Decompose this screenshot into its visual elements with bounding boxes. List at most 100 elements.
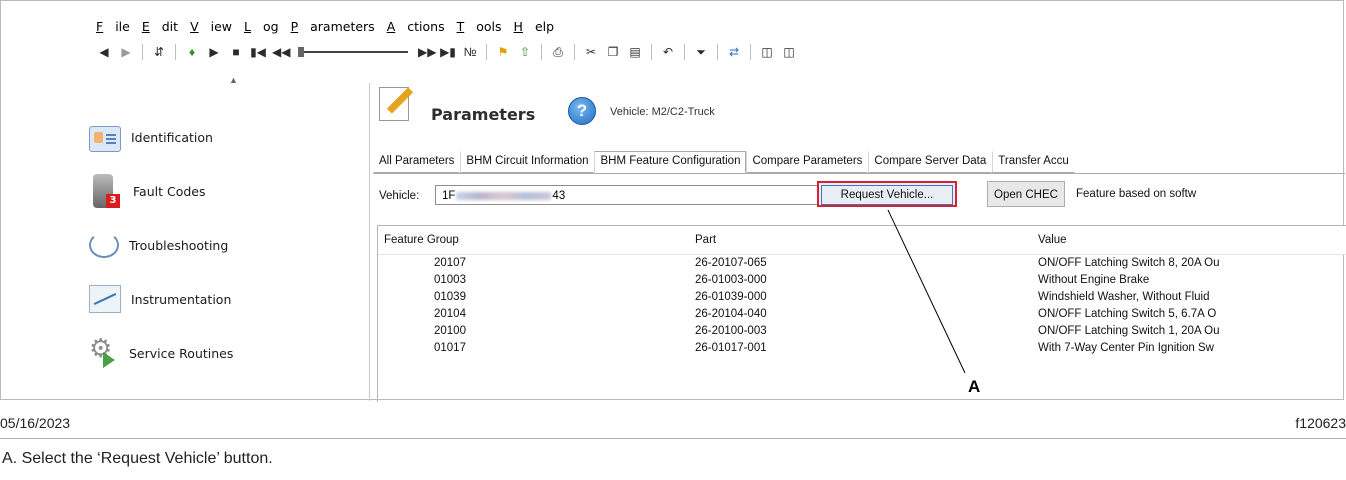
parameters-panel: Parameters ? Vehicle: M2/C2-Truck All Pa…: [373, 83, 1346, 402]
fast-forward-icon[interactable]: ▶▶: [418, 44, 436, 60]
vin-prefix: 1F: [442, 190, 456, 202]
table-row[interactable]: 20100 26-20100-003 ON/OFF Latching Switch …: [378, 324, 1346, 341]
instrument-graph-icon: [89, 285, 121, 313]
menu-edit[interactable]: Edit: [142, 19, 178, 39]
window-tile-icon[interactable]: ◫: [759, 44, 775, 60]
undo-icon[interactable]: ↶: [660, 44, 676, 60]
page-title: Parameters: [431, 105, 536, 124]
column-header-feature-group[interactable]: Feature Group: [384, 234, 459, 246]
value-cell: Without Engine Brake: [1038, 274, 1150, 286]
feature-group-cell: 20100: [434, 325, 466, 337]
sidebar-item-label: Identification: [131, 129, 213, 145]
figure-date: 05/16/2023: [0, 415, 71, 431]
toolbar-separator: [541, 44, 542, 60]
stethoscope-icon: [89, 232, 119, 258]
sidebar-item-label: Troubleshooting: [129, 237, 229, 253]
vehicle-vin-select[interactable]: 1F43 ∨: [435, 185, 835, 205]
tab-all-parameters[interactable]: All Parameters: [373, 151, 461, 173]
toolbar-separator: [142, 44, 143, 60]
menu-label: ctions: [407, 19, 445, 34]
print-icon[interactable]: ⎙: [550, 44, 566, 60]
feature-group-cell: 20104: [434, 308, 466, 320]
feature-group-cell: 01017: [434, 342, 466, 354]
menu-accelerator: L: [244, 19, 251, 34]
sidebar-item-identification[interactable]: Identification: [89, 117, 349, 157]
tab-underline: [373, 173, 1345, 174]
fault-codes-icon: 3: [93, 174, 120, 208]
back-arrow-icon[interactable]: ◀: [96, 44, 112, 60]
tab-bhm-feature-configuration[interactable]: BHM Feature Configuration: [594, 151, 747, 173]
pane-divider[interactable]: [369, 83, 370, 401]
tab-compare-parameters[interactable]: Compare Parameters: [746, 151, 869, 173]
open-chec-button[interactable]: Open CHEC: [987, 181, 1065, 207]
filter-icon[interactable]: ⏷: [693, 44, 709, 60]
value-cell: ON/OFF Latching Switch 5, 6.7A O: [1038, 308, 1217, 320]
part-cell: 26-01017-001: [695, 342, 767, 354]
skip-back-icon[interactable]: ▮◀: [250, 44, 266, 60]
sidebar-item-fault-codes[interactable]: 3 Fault Codes: [89, 171, 349, 211]
part-cell: 26-01039-000: [695, 291, 767, 303]
window-cascade-icon[interactable]: ◫: [781, 44, 797, 60]
sidebar-item-service-routines[interactable]: Service Routines: [89, 333, 349, 373]
menu-actions[interactable]: Actions: [387, 19, 445, 39]
tab-bhm-circuit-information[interactable]: BHM Circuit Information: [460, 151, 595, 173]
table-row[interactable]: 01039 26-01039-000 Windshield Washer, With…: [378, 290, 1346, 307]
column-header-part[interactable]: Part: [695, 234, 716, 246]
sidebar-item-troubleshooting[interactable]: Troubleshooting: [89, 225, 349, 265]
menu-bar: File Edit View Log Parameters Actions Tools Hel…: [96, 19, 566, 39]
table-row[interactable]: 01017 26-01017-001 With 7-Way Center Pin I…: [378, 341, 1346, 358]
connect-icon[interactable]: ♦: [184, 44, 200, 60]
copy-icon[interactable]: ❐: [605, 44, 621, 60]
table-row[interactable]: 01003 26-01003-000 Without Engine Brake: [378, 273, 1346, 290]
callout-label-a: A: [968, 377, 981, 396]
menu-file[interactable]: File: [96, 19, 130, 39]
stop-icon[interactable]: ■: [228, 44, 244, 60]
menu-accelerator: T: [456, 19, 465, 34]
menu-accelerator: P: [290, 19, 299, 34]
menu-accelerator: F: [96, 19, 104, 34]
menu-log[interactable]: Log: [244, 19, 279, 39]
help-icon[interactable]: ?: [568, 97, 596, 125]
request-vehicle-button[interactable]: Request Vehicle...: [817, 181, 957, 207]
tab-transfer-accu[interactable]: Transfer Accu: [992, 151, 1075, 173]
menu-help[interactable]: Help: [514, 19, 555, 39]
menu-view[interactable]: View: [190, 19, 232, 39]
forward-arrow-icon[interactable]: ▶: [118, 44, 134, 60]
scroll-up-icon[interactable]: ▲: [229, 75, 238, 85]
sync-icon[interactable]: ⇄: [726, 44, 742, 60]
toolbar-separator: [574, 44, 575, 60]
menu-label: iew: [210, 19, 233, 34]
playback-slider[interactable]: [298, 47, 408, 57]
vin-suffix: 43: [552, 190, 566, 202]
value-cell: With 7-Way Center Pin Ignition Sw: [1038, 342, 1214, 354]
menu-parameters[interactable]: Parameters: [291, 19, 375, 39]
vehicle-model-label: Vehicle: M2/C2-Truck: [610, 106, 715, 118]
table-row[interactable]: 20107 26-20107-065 ON/OFF Latching Switch …: [378, 256, 1346, 273]
vin-redaction: [456, 191, 552, 200]
menu-tools[interactable]: Tools: [457, 19, 502, 39]
menu-accelerator: V: [190, 19, 199, 34]
cut-icon[interactable]: ✂: [583, 44, 599, 60]
menu-label: ools: [476, 19, 502, 34]
rewind-icon[interactable]: ◀◀: [272, 44, 290, 60]
parameters-notepad-icon: [379, 83, 414, 123]
column-header-value[interactable]: Value: [1038, 234, 1067, 246]
skip-forward-icon[interactable]: ▶▮: [440, 44, 456, 60]
flag-icon[interactable]: ⚑: [495, 44, 511, 60]
play-icon[interactable]: ▶: [206, 44, 222, 60]
part-cell: 26-20100-003: [695, 325, 767, 337]
export-icon[interactable]: ⇧: [517, 44, 533, 60]
table-row[interactable]: 20104 26-20104-040 ON/OFF Latching Switch …: [378, 307, 1346, 324]
part-cell: 26-01003-000: [695, 274, 767, 286]
paste-icon[interactable]: ▤: [627, 44, 643, 60]
service-gears-icon: [89, 334, 119, 368]
feature-group-cell: 01003: [434, 274, 466, 286]
value-cell: ON/OFF Latching Switch 8, 20A Ou: [1038, 257, 1220, 269]
tab-compare-server-data[interactable]: Compare Server Data: [868, 151, 993, 173]
sidebar-item-label: Fault Codes: [133, 183, 206, 199]
sidebar-item-instrumentation[interactable]: Instrumentation: [89, 279, 349, 319]
transfer-icon[interactable]: ⇵: [151, 44, 167, 60]
toolbar-separator: [175, 44, 176, 60]
marker-icon[interactable]: №: [462, 44, 478, 60]
figure-caption: A. Select the ‘Request Vehicle’ button.: [2, 450, 273, 467]
